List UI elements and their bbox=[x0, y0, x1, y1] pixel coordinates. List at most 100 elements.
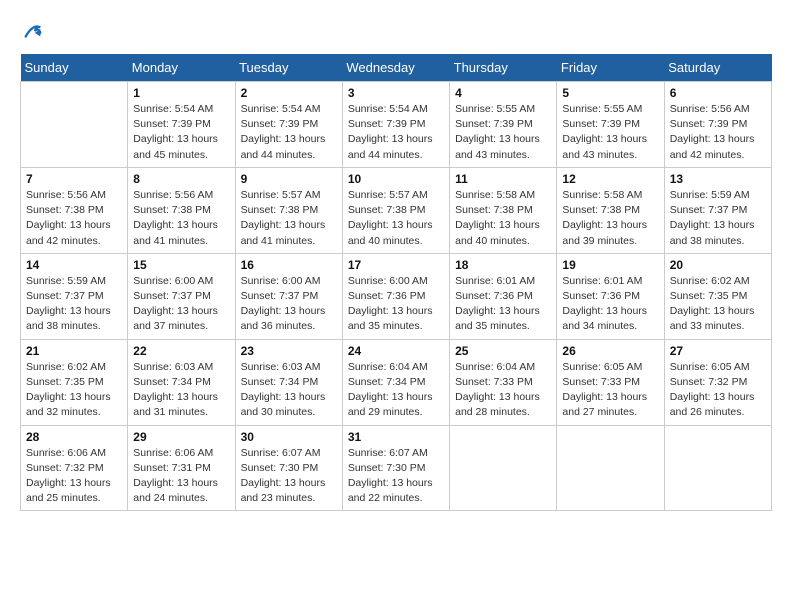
week-row-4: 21 Sunrise: 6:02 AM Sunset: 7:35 PM Dayli… bbox=[21, 339, 772, 425]
calendar-cell: 13 Sunrise: 5:59 AM Sunset: 7:37 PM Dayli… bbox=[664, 167, 771, 253]
day-info: Sunrise: 6:06 AM Sunset: 7:32 PM Dayligh… bbox=[26, 446, 122, 507]
day-info: Sunrise: 5:56 AM Sunset: 7:38 PM Dayligh… bbox=[133, 188, 229, 249]
day-number: 28 bbox=[26, 430, 122, 444]
calendar-cell: 7 Sunrise: 5:56 AM Sunset: 7:38 PM Daylig… bbox=[21, 167, 128, 253]
week-row-3: 14 Sunrise: 5:59 AM Sunset: 7:37 PM Dayli… bbox=[21, 253, 772, 339]
calendar-cell: 12 Sunrise: 5:58 AM Sunset: 7:38 PM Dayli… bbox=[557, 167, 664, 253]
day-info: Sunrise: 6:02 AM Sunset: 7:35 PM Dayligh… bbox=[670, 274, 766, 335]
week-row-1: 1 Sunrise: 5:54 AM Sunset: 7:39 PM Daylig… bbox=[21, 82, 772, 168]
day-info: Sunrise: 6:07 AM Sunset: 7:30 PM Dayligh… bbox=[241, 446, 337, 507]
day-number: 18 bbox=[455, 258, 551, 272]
calendar-cell bbox=[450, 425, 557, 511]
calendar-cell: 31 Sunrise: 6:07 AM Sunset: 7:30 PM Dayli… bbox=[342, 425, 449, 511]
day-info: Sunrise: 6:00 AM Sunset: 7:36 PM Dayligh… bbox=[348, 274, 444, 335]
calendar-cell: 16Sunrise: 6:00 AM Sunset: 7:37 PM Dayli… bbox=[235, 253, 342, 339]
day-number: 22 bbox=[133, 344, 229, 358]
calendar-cell: 20 Sunrise: 6:02 AM Sunset: 7:35 PM Dayli… bbox=[664, 253, 771, 339]
calendar-cell: 8 Sunrise: 5:56 AM Sunset: 7:38 PM Daylig… bbox=[128, 167, 235, 253]
day-info: Sunrise: 6:00 AM Sunset: 7:37 PM Dayligh… bbox=[133, 274, 229, 335]
day-info: Sunrise: 6:03 AM Sunset: 7:34 PM Dayligh… bbox=[133, 360, 229, 421]
day-number: 15 bbox=[133, 258, 229, 272]
day-info: Sunrise: 5:55 AM Sunset: 7:39 PM Dayligh… bbox=[562, 102, 658, 163]
day-number: 14 bbox=[26, 258, 122, 272]
day-info: Sunrise: 6:05 AM Sunset: 7:32 PM Dayligh… bbox=[670, 360, 766, 421]
weekday-header-saturday: Saturday bbox=[664, 54, 771, 82]
day-info: Sunrise: 5:54 AM Sunset: 7:39 PM Dayligh… bbox=[133, 102, 229, 163]
weekday-header-wednesday: Wednesday bbox=[342, 54, 449, 82]
day-info: Sunrise: 5:55 AM Sunset: 7:39 PM Dayligh… bbox=[455, 102, 551, 163]
day-number: 7 bbox=[26, 172, 122, 186]
calendar-cell: 6 Sunrise: 5:56 AM Sunset: 7:39 PM Daylig… bbox=[664, 82, 771, 168]
day-number: 13 bbox=[670, 172, 766, 186]
calendar-cell: 30 Sunrise: 6:07 AM Sunset: 7:30 PM Dayli… bbox=[235, 425, 342, 511]
day-info: Sunrise: 5:58 AM Sunset: 7:38 PM Dayligh… bbox=[562, 188, 658, 249]
day-number: 30 bbox=[241, 430, 337, 444]
logo bbox=[20, 20, 44, 38]
page-header bbox=[20, 20, 772, 38]
day-info: Sunrise: 6:02 AM Sunset: 7:35 PM Dayligh… bbox=[26, 360, 122, 421]
calendar-table: SundayMondayTuesdayWednesdayThursdayFrid… bbox=[20, 54, 772, 511]
day-info: Sunrise: 6:04 AM Sunset: 7:33 PM Dayligh… bbox=[455, 360, 551, 421]
calendar-cell: 11Sunrise: 5:58 AM Sunset: 7:38 PM Dayli… bbox=[450, 167, 557, 253]
day-info: Sunrise: 6:00 AM Sunset: 7:37 PM Dayligh… bbox=[241, 274, 337, 335]
calendar-cell: 19Sunrise: 6:01 AM Sunset: 7:36 PM Dayli… bbox=[557, 253, 664, 339]
day-number: 12 bbox=[562, 172, 658, 186]
week-row-2: 7 Sunrise: 5:56 AM Sunset: 7:38 PM Daylig… bbox=[21, 167, 772, 253]
day-number: 8 bbox=[133, 172, 229, 186]
calendar-cell bbox=[21, 82, 128, 168]
day-info: Sunrise: 6:03 AM Sunset: 7:34 PM Dayligh… bbox=[241, 360, 337, 421]
day-info: Sunrise: 5:54 AM Sunset: 7:39 PM Dayligh… bbox=[348, 102, 444, 163]
week-row-5: 28 Sunrise: 6:06 AM Sunset: 7:32 PM Dayli… bbox=[21, 425, 772, 511]
day-info: Sunrise: 5:56 AM Sunset: 7:38 PM Dayligh… bbox=[26, 188, 122, 249]
calendar-cell: 15 Sunrise: 6:00 AM Sunset: 7:37 PM Dayli… bbox=[128, 253, 235, 339]
day-number: 24 bbox=[348, 344, 444, 358]
day-number: 26 bbox=[562, 344, 658, 358]
calendar-cell: 22 Sunrise: 6:03 AM Sunset: 7:34 PM Dayli… bbox=[128, 339, 235, 425]
day-number: 1 bbox=[133, 86, 229, 100]
day-info: Sunrise: 5:59 AM Sunset: 7:37 PM Dayligh… bbox=[670, 188, 766, 249]
calendar-cell: 18 Sunrise: 6:01 AM Sunset: 7:36 PM Dayli… bbox=[450, 253, 557, 339]
day-number: 11 bbox=[455, 172, 551, 186]
day-info: Sunrise: 5:56 AM Sunset: 7:39 PM Dayligh… bbox=[670, 102, 766, 163]
day-info: Sunrise: 5:54 AM Sunset: 7:39 PM Dayligh… bbox=[241, 102, 337, 163]
calendar-cell: 29 Sunrise: 6:06 AM Sunset: 7:31 PM Dayli… bbox=[128, 425, 235, 511]
day-number: 6 bbox=[670, 86, 766, 100]
calendar-cell: 9 Sunrise: 5:57 AM Sunset: 7:38 PM Daylig… bbox=[235, 167, 342, 253]
calendar-cell: 25 Sunrise: 6:04 AM Sunset: 7:33 PM Dayli… bbox=[450, 339, 557, 425]
day-number: 20 bbox=[670, 258, 766, 272]
day-info: Sunrise: 5:57 AM Sunset: 7:38 PM Dayligh… bbox=[241, 188, 337, 249]
calendar-cell: 10 Sunrise: 5:57 AM Sunset: 7:38 PM Dayli… bbox=[342, 167, 449, 253]
calendar-cell: 28 Sunrise: 6:06 AM Sunset: 7:32 PM Dayli… bbox=[21, 425, 128, 511]
day-info: Sunrise: 5:59 AM Sunset: 7:37 PM Dayligh… bbox=[26, 274, 122, 335]
day-number: 2 bbox=[241, 86, 337, 100]
calendar-cell: 17Sunrise: 6:00 AM Sunset: 7:36 PM Dayli… bbox=[342, 253, 449, 339]
weekday-header-tuesday: Tuesday bbox=[235, 54, 342, 82]
day-number: 5 bbox=[562, 86, 658, 100]
day-number: 31 bbox=[348, 430, 444, 444]
weekday-header-row: SundayMondayTuesdayWednesdayThursdayFrid… bbox=[21, 54, 772, 82]
day-number: 4 bbox=[455, 86, 551, 100]
calendar-cell: 26Sunrise: 6:05 AM Sunset: 7:33 PM Dayli… bbox=[557, 339, 664, 425]
day-info: Sunrise: 6:07 AM Sunset: 7:30 PM Dayligh… bbox=[348, 446, 444, 507]
calendar-cell: 24 Sunrise: 6:04 AM Sunset: 7:34 PM Dayli… bbox=[342, 339, 449, 425]
day-number: 21 bbox=[26, 344, 122, 358]
calendar-cell: 5 Sunrise: 5:55 AM Sunset: 7:39 PM Daylig… bbox=[557, 82, 664, 168]
weekday-header-monday: Monday bbox=[128, 54, 235, 82]
day-info: Sunrise: 5:57 AM Sunset: 7:38 PM Dayligh… bbox=[348, 188, 444, 249]
calendar-cell: 3Sunrise: 5:54 AM Sunset: 7:39 PM Daylig… bbox=[342, 82, 449, 168]
day-number: 29 bbox=[133, 430, 229, 444]
day-info: Sunrise: 6:06 AM Sunset: 7:31 PM Dayligh… bbox=[133, 446, 229, 507]
day-info: Sunrise: 6:01 AM Sunset: 7:36 PM Dayligh… bbox=[562, 274, 658, 335]
day-number: 10 bbox=[348, 172, 444, 186]
logo-icon bbox=[22, 20, 44, 42]
day-info: Sunrise: 6:04 AM Sunset: 7:34 PM Dayligh… bbox=[348, 360, 444, 421]
weekday-header-friday: Friday bbox=[557, 54, 664, 82]
calendar-cell bbox=[664, 425, 771, 511]
day-number: 25 bbox=[455, 344, 551, 358]
day-number: 27 bbox=[670, 344, 766, 358]
calendar-cell: 2 Sunrise: 5:54 AM Sunset: 7:39 PM Daylig… bbox=[235, 82, 342, 168]
day-info: Sunrise: 6:01 AM Sunset: 7:36 PM Dayligh… bbox=[455, 274, 551, 335]
calendar-cell: 14 Sunrise: 5:59 AM Sunset: 7:37 PM Dayli… bbox=[21, 253, 128, 339]
day-number: 9 bbox=[241, 172, 337, 186]
calendar-cell: 23Sunrise: 6:03 AM Sunset: 7:34 PM Dayli… bbox=[235, 339, 342, 425]
